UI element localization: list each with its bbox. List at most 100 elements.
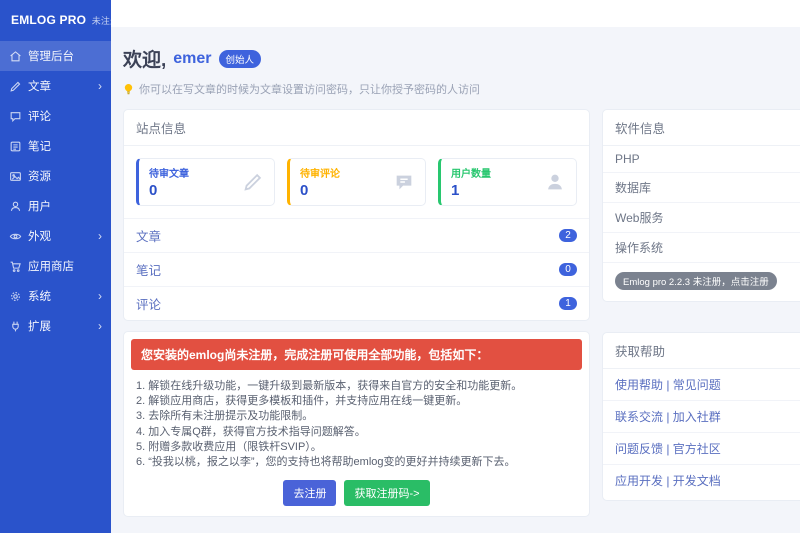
- unregistered-alert: 您安装的emlog尚未注册，完成注册可使用全部功能，包括如下：: [131, 339, 582, 370]
- page: EMLOG PRO 未注册 管理后台 文章 评论 笔记: [0, 0, 800, 533]
- sidebar-item-articles[interactable]: 文章: [0, 71, 111, 101]
- register-notice-card: 您安装的emlog尚未注册，完成注册可使用全部功能，包括如下： 1. 解锁在线升…: [123, 331, 590, 517]
- sidebar-item-users[interactable]: 用户: [0, 191, 111, 221]
- sidebar-item-app-store[interactable]: 应用商店: [0, 251, 111, 281]
- stat-value: 0: [300, 182, 340, 199]
- sidebar: EMLOG PRO 未注册 管理后台 文章 评论 笔记: [0, 0, 111, 533]
- dashboard-icon: [9, 50, 22, 63]
- user-icon: [544, 171, 566, 193]
- software-info-card: 软件信息 PHP 数据库 Web服务 操作系统 Emlog pro 2.2.3 …: [602, 109, 800, 302]
- sidebar-item-label: 笔记: [28, 138, 51, 154]
- sidebar-item-comments[interactable]: 评论: [0, 101, 111, 131]
- role-badge: 创始人: [219, 50, 262, 68]
- main-area: 欢迎, emer 创始人 你可以在写文章的时候为文章设置访问密码，只让你授予密码…: [111, 0, 800, 533]
- get-help-card: 获取帮助 使用帮助 | 常见问题 联系交流 | 加入社群 问题反馈 | 官方社区…: [602, 332, 800, 501]
- row-label: 笔记: [136, 260, 161, 279]
- sidebar-item-system[interactable]: 系统: [0, 281, 111, 311]
- stat-value: 1: [451, 182, 491, 199]
- stats-row: 待审文章 0 待审评论 0: [124, 146, 589, 218]
- benefit-item: 6. “投我以桃，报之以李”，您的支持也将帮助emlog变的更好并持续更新下去。: [136, 455, 577, 470]
- software-info-title: 软件信息: [603, 110, 800, 146]
- help-link-feedback[interactable]: 问题反馈 | 官方社区: [603, 433, 800, 465]
- sidebar-item-extensions[interactable]: 扩展: [0, 311, 111, 341]
- tip-text: 你可以在写文章的时候为文章设置访问密码，只让你授予密码的人访问: [139, 81, 480, 97]
- benefit-item: 5. 附赠多款收费应用（限铁杆SVIP）。: [136, 440, 577, 455]
- software-row-web-server: Web服务: [603, 203, 800, 233]
- benefit-item: 4. 加入专属Q群，获得官方技术指导问题解答。: [136, 425, 577, 440]
- comment-icon: [9, 110, 22, 123]
- sidebar-item-label: 外观: [28, 228, 51, 244]
- sidebar-item-dashboard[interactable]: 管理后台: [0, 41, 111, 71]
- tip-row: 你可以在写文章的时候为文章设置访问密码，只让你授予密码的人访问: [123, 81, 800, 97]
- notice-buttons: 去注册 获取注册码->: [131, 475, 582, 506]
- chevron-right-icon: [98, 290, 102, 302]
- benefit-item: 2. 解锁应用商店，获得更多模板和插件，并支持应用在线一键更新。: [136, 394, 577, 409]
- sidebar-item-label: 系统: [28, 288, 51, 304]
- welcome-heading: 欢迎, emer 创始人: [123, 45, 800, 72]
- sidebar-item-appearance[interactable]: 外观: [0, 221, 111, 251]
- gear-icon: [9, 290, 22, 303]
- stat-pending-articles: 待审文章 0: [136, 158, 275, 206]
- content: 欢迎, emer 创始人 你可以在写文章的时候为文章设置访问密码，只让你授予密码…: [111, 27, 800, 533]
- comment-icon: [393, 171, 415, 193]
- welcome-text: 欢迎,: [123, 45, 166, 72]
- sidebar-item-resources[interactable]: 资源: [0, 161, 111, 191]
- get-help-title: 获取帮助: [603, 333, 800, 369]
- username-link[interactable]: emer: [173, 50, 211, 68]
- benefit-item: 3. 去除所有未注册提示及功能限制。: [136, 409, 577, 424]
- pencil-icon: [242, 171, 264, 193]
- stat-label: 待审评论: [300, 165, 340, 180]
- count-badge: 0: [559, 263, 577, 276]
- count-badge: 1: [559, 297, 577, 310]
- cart-icon: [9, 260, 22, 273]
- stat-user-count: 用户数量 1: [438, 158, 577, 206]
- help-link-dev-docs[interactable]: 应用开发 | 开发文档: [603, 465, 800, 500]
- stat-label: 用户数量: [451, 165, 491, 180]
- sidebar-item-label: 评论: [28, 108, 51, 124]
- sidebar-item-label: 用户: [28, 198, 51, 214]
- help-link-usage[interactable]: 使用帮助 | 常见问题: [603, 369, 800, 401]
- site-info-card: 站点信息 待审文章 0 待审评论: [123, 109, 590, 321]
- right-column: 软件信息 PHP 数据库 Web服务 操作系统 Emlog pro 2.2.3 …: [602, 109, 800, 501]
- site-info-title: 站点信息: [124, 110, 589, 146]
- brand-title: EMLOG PRO: [11, 13, 86, 27]
- version-register-badge[interactable]: Emlog pro 2.2.3 未注册，点击注册: [615, 272, 777, 290]
- lightbulb-icon: [123, 83, 134, 96]
- top-bar: [111, 0, 800, 27]
- sidebar-item-label: 资源: [28, 168, 51, 184]
- help-link-contact[interactable]: 联系交流 | 加入社群: [603, 401, 800, 433]
- stat-pending-comments: 待审评论 0: [287, 158, 426, 206]
- get-code-button[interactable]: 获取注册码->: [344, 480, 429, 506]
- left-column: 站点信息 待审文章 0 待审评论: [123, 109, 590, 517]
- row-comments[interactable]: 评论 1: [124, 286, 589, 320]
- note-icon: [9, 140, 22, 153]
- chevron-right-icon: [98, 80, 102, 92]
- benefit-list: 1. 解锁在线升级功能，一键升级到最新版本，获得来自官方的安全和功能更新。 2.…: [131, 370, 582, 475]
- plug-icon: [9, 320, 22, 333]
- row-label: 文章: [136, 226, 161, 245]
- software-row-database: 数据库: [603, 173, 800, 203]
- register-button[interactable]: 去注册: [283, 480, 336, 506]
- sidebar-item-label: 应用商店: [28, 258, 74, 274]
- row-articles[interactable]: 文章 2: [124, 218, 589, 252]
- brand-unregistered-tag: 未注册: [92, 16, 120, 26]
- sidebar-item-notes[interactable]: 笔记: [0, 131, 111, 161]
- chevron-right-icon: [98, 230, 102, 242]
- stat-label: 待审文章: [149, 165, 189, 180]
- stat-value: 0: [149, 182, 189, 199]
- benefit-item: 1. 解锁在线升级功能，一键升级到最新版本，获得来自官方的安全和功能更新。: [136, 379, 577, 394]
- software-row-os: 操作系统: [603, 233, 800, 263]
- brand: EMLOG PRO 未注册: [0, 0, 111, 39]
- eye-icon: [9, 230, 22, 243]
- software-row-php: PHP: [603, 146, 800, 173]
- sidebar-item-label: 管理后台: [28, 48, 74, 64]
- pencil-icon: [9, 80, 22, 93]
- sidebar-item-label: 文章: [28, 78, 51, 94]
- row-notes[interactable]: 笔记 0: [124, 252, 589, 286]
- user-icon: [9, 200, 22, 213]
- chevron-right-icon: [98, 320, 102, 332]
- columns: 站点信息 待审文章 0 待审评论: [123, 109, 800, 517]
- sidebar-item-label: 扩展: [28, 318, 51, 334]
- image-icon: [9, 170, 22, 183]
- sidebar-nav: 管理后台 文章 评论 笔记 资源 用户: [0, 41, 111, 341]
